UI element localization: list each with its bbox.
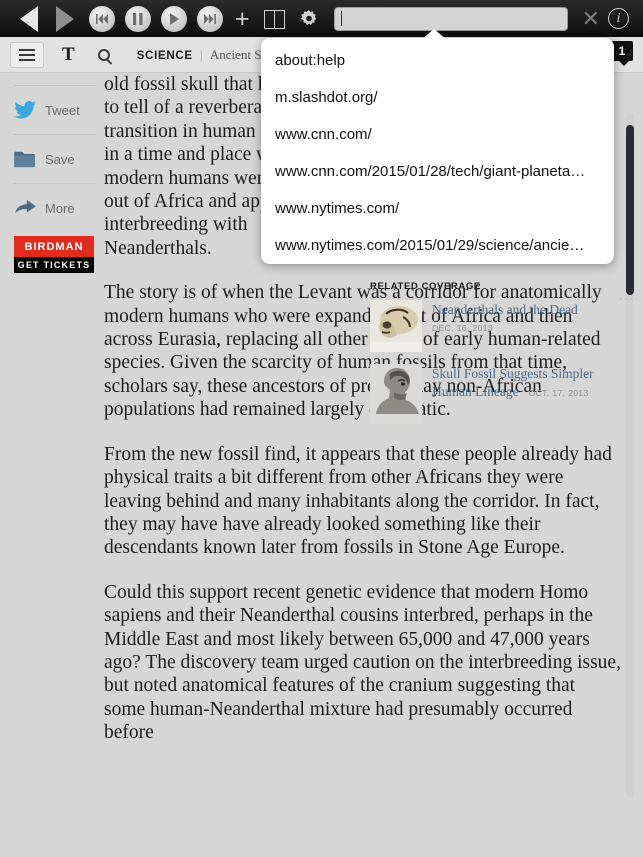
related-item[interactable]: Skull Fossil Suggests Simpler Human Line… — [370, 364, 620, 424]
forward-button[interactable] — [46, 4, 84, 34]
fast-forward-icon — [197, 5, 223, 32]
suggestion-item[interactable]: www.nytimes.com/ — [261, 190, 614, 227]
ad-title: BIRDMAN — [14, 236, 94, 257]
related-coverage: RELATED COVERAGE Neanderthals and the De… — [370, 281, 620, 436]
scrollbar-thumb[interactable] — [626, 125, 634, 295]
rewind-button[interactable] — [84, 4, 120, 34]
info-circle-icon: i — [608, 8, 629, 29]
share-save-label: Save — [45, 151, 75, 167]
advertisement-banner[interactable]: BIRDMAN GET TICKETS — [14, 236, 94, 273]
overflow-dots: ···· — [619, 291, 639, 305]
related-item-text: Neanderthals and the Dead DEC. 16, 2013 — [432, 300, 620, 352]
suggestion-item[interactable]: www.nytimes.com/2015/01/29/science/ancie… — [261, 227, 614, 264]
search-icon[interactable] — [97, 48, 110, 61]
text-cursor — [340, 11, 342, 26]
section-label[interactable]: SCIENCE — [137, 50, 193, 62]
close-button[interactable]: ✕ — [576, 4, 606, 34]
play-icon — [161, 5, 187, 32]
info-button[interactable]: i — [606, 4, 635, 34]
related-item-date: DEC. 16, 2013 — [432, 323, 493, 333]
suggestion-item[interactable]: about:help — [261, 42, 614, 79]
hamburger-menu-icon[interactable] — [10, 41, 44, 68]
play-button[interactable] — [156, 4, 192, 34]
pause-icon — [125, 5, 151, 32]
share-tweet-button[interactable]: Tweet — [14, 86, 96, 134]
settings-button[interactable] — [292, 4, 326, 34]
share-tweet-label: Tweet — [45, 102, 80, 118]
tab-count-badge[interactable]: 1 — [611, 41, 633, 66]
reader-view-button[interactable] — [257, 4, 292, 34]
folder-icon — [14, 150, 36, 168]
related-item-date: OCT. 17, 2013 — [528, 388, 589, 398]
article-paragraph: From the new fossil find, it appears tha… — [104, 443, 612, 559]
pause-button[interactable] — [120, 4, 156, 34]
twitter-bird-icon — [14, 101, 36, 119]
suggestion-item[interactable]: www.cnn.com/ — [261, 116, 614, 153]
close-x-icon: ✕ — [581, 5, 600, 31]
share-rail: Tweet Save More BIRDMAN GET TICKETS — [0, 73, 104, 273]
breadcrumb: SCIENCE | Ancient Sku — [137, 47, 275, 63]
back-triangle-icon — [20, 5, 38, 32]
related-item-title[interactable]: Neanderthals and the Dead — [432, 301, 620, 318]
article-paragraph: Could this support recent genetic eviden… — [104, 581, 621, 744]
forward-triangle-icon — [56, 5, 74, 32]
breadcrumb-divider: | — [199, 47, 203, 62]
address-suggestions-dropdown: about:help m.slashdot.org/ www.cnn.com/ … — [261, 38, 614, 264]
rewind-icon — [89, 5, 115, 32]
back-button[interactable] — [8, 4, 46, 34]
add-tab-button[interactable]: + — [228, 4, 257, 34]
browser-window: + ✕ i T SCIENCE | Ancient Sku 1 Tweet Sa… — [0, 0, 643, 857]
related-item[interactable]: Neanderthals and the Dead DEC. 16, 2013 — [370, 300, 620, 352]
share-save-button[interactable]: Save — [14, 135, 96, 183]
ad-subtitle: GET TICKETS — [14, 257, 94, 273]
nyt-logo-icon[interactable]: T — [62, 44, 75, 66]
plus-icon: + — [235, 4, 250, 33]
fast-forward-button[interactable] — [192, 4, 228, 34]
browser-toolbar: + ✕ i — [0, 0, 643, 37]
suggestion-item[interactable]: m.slashdot.org/ — [261, 79, 614, 116]
related-item-text: Skull Fossil Suggests Simpler Human Line… — [432, 364, 620, 424]
address-bar[interactable] — [333, 6, 568, 31]
share-arrow-icon — [14, 199, 36, 217]
hominid-illustration — [370, 364, 422, 424]
share-more-button[interactable]: More — [14, 184, 96, 232]
dropdown-caret-icon — [421, 29, 447, 40]
related-coverage-heading: RELATED COVERAGE — [370, 281, 481, 292]
book-icon — [263, 10, 285, 29]
suggestion-item[interactable]: www.cnn.com/2015/01/28/tech/giant-planet… — [261, 153, 614, 190]
gear-icon — [300, 9, 316, 25]
share-more-label: More — [45, 200, 75, 216]
skull-photo — [370, 300, 422, 352]
